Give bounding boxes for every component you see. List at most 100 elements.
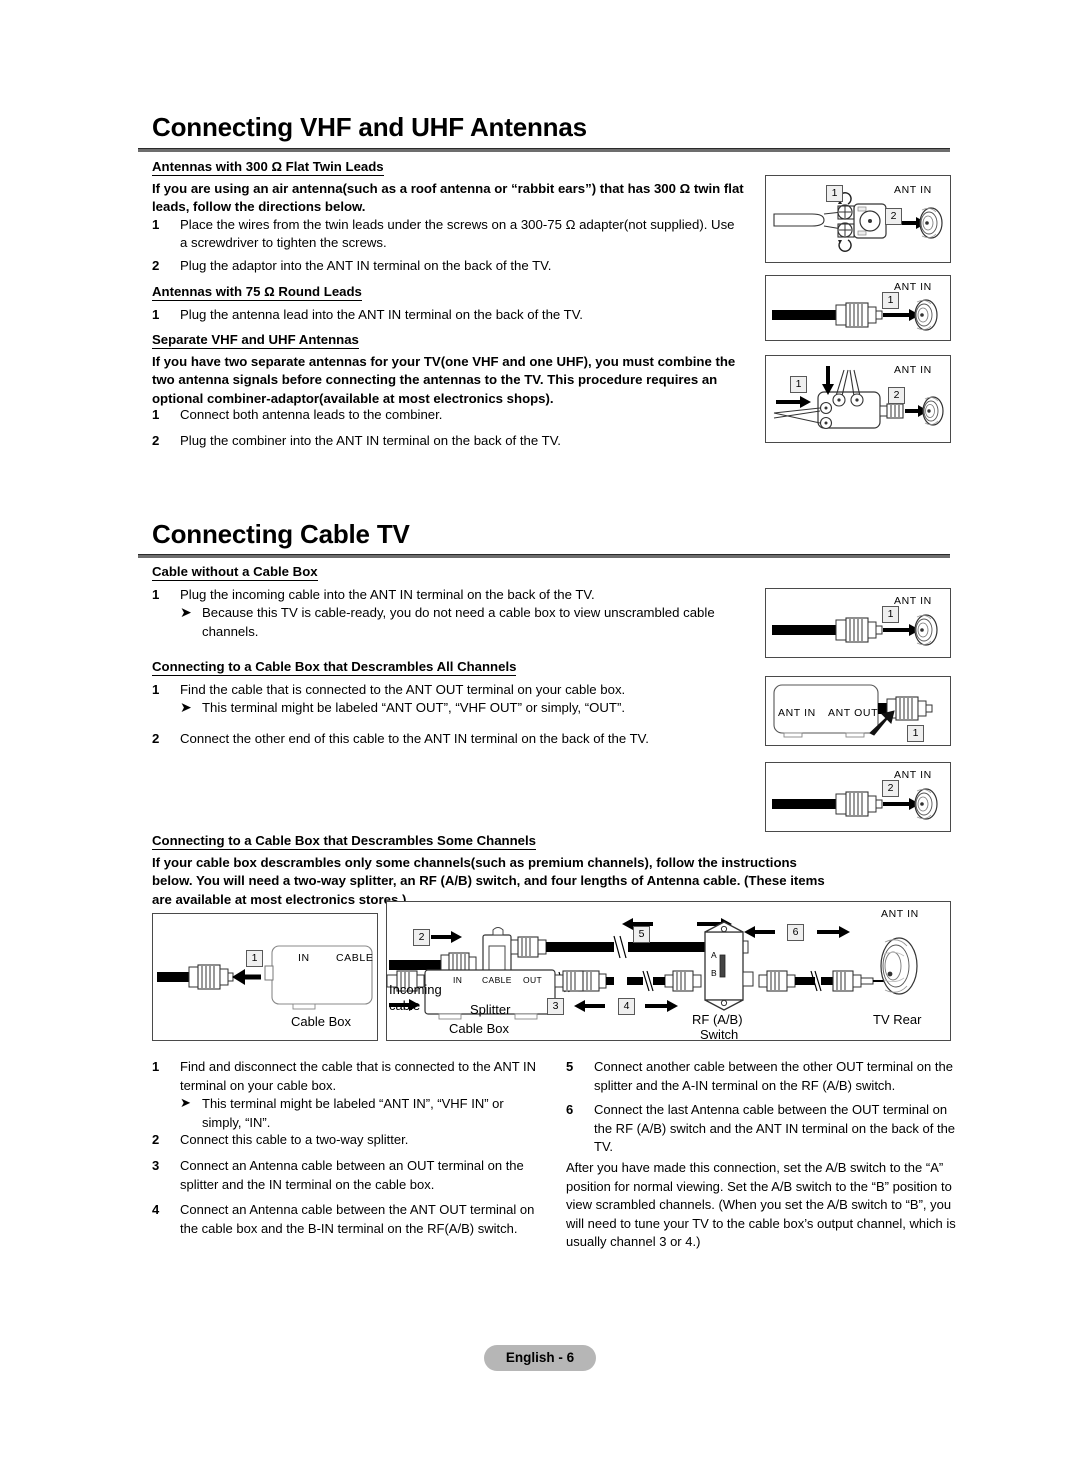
step-number: 2 bbox=[152, 731, 160, 746]
step-note: ➤ This terminal might be labeled “ANT IN… bbox=[180, 1095, 537, 1132]
step-text: Connect this cable to a two-way splitter… bbox=[180, 1132, 409, 1147]
label-cablebox-cable: CABLE bbox=[482, 975, 512, 985]
step-s1-2: 2 Plug the adaptor into the ANT IN termi… bbox=[152, 257, 742, 275]
callout-chip: 4 bbox=[618, 998, 635, 1015]
step-text: Connect an Antenna cable between the ANT… bbox=[180, 1202, 535, 1236]
callout-chip: 2 bbox=[885, 208, 902, 225]
diagram-big-left: 1 IN CABLE Cable Box bbox=[152, 913, 378, 1041]
step-text: Connect the last Antenna cable between t… bbox=[594, 1102, 956, 1155]
bottom-step-3: 3 Connect an Antenna cable between an OU… bbox=[152, 1157, 537, 1194]
label-tv-rear: TV Rear bbox=[873, 1012, 922, 1027]
callout-chip: 1 bbox=[790, 376, 807, 393]
step-number: 6 bbox=[566, 1102, 574, 1117]
label-switch-b: B bbox=[711, 968, 718, 978]
bottom-step-4: 4 Connect an Antenna cable between the A… bbox=[152, 1201, 537, 1238]
callout-chip: 5 bbox=[633, 926, 650, 943]
step-s1-1: 1 Place the wires from the twin leads un… bbox=[152, 216, 742, 253]
subheading-300ohm: Antennas with 300 Ω Flat Twin Leads bbox=[152, 159, 384, 176]
callout-chip: 2 bbox=[882, 780, 899, 797]
label-ant-in: ANT IN bbox=[894, 769, 932, 781]
step-text: Find the cable that is connected to the … bbox=[180, 682, 626, 697]
label-cable-box: Cable Box bbox=[291, 1014, 351, 1029]
step-c2-1: 1 Find the cable that is connected to th… bbox=[152, 681, 742, 718]
subheading-separate-vhf-uhf: Separate VHF and UHF Antennas bbox=[152, 332, 359, 349]
step-number: 3 bbox=[152, 1158, 160, 1173]
step-text: Find and disconnect the cable that is co… bbox=[180, 1059, 537, 1093]
step-s2-1: 1 Plug the antenna lead into the ANT IN … bbox=[152, 306, 742, 324]
paragraph-separate-intro: If you have two separate antennas for yo… bbox=[152, 354, 736, 406]
label-ant-in: ANT IN bbox=[894, 595, 932, 607]
section-rule-1 bbox=[138, 148, 950, 152]
bottom-step-1: 1 Find and disconnect the cable that is … bbox=[152, 1058, 537, 1132]
diagram-combiner: 1 2 ANT IN bbox=[765, 355, 951, 443]
step-s3-1: 1 Connect both antenna leads to the comb… bbox=[152, 406, 742, 424]
callout-chip: 3 bbox=[547, 998, 564, 1015]
label-incoming-cable: cable bbox=[389, 998, 421, 1013]
subheading-cable-without-box: Cable without a Cable Box bbox=[152, 564, 318, 581]
step-text: Connect both antenna leads to the combin… bbox=[180, 407, 443, 422]
step-text: Connect the other end of this cable to t… bbox=[180, 731, 649, 746]
step-text: Place the wires from the twin leads unde… bbox=[180, 217, 735, 251]
step-text: Plug the adaptor into the ANT IN termina… bbox=[180, 258, 552, 273]
bullet-arrow-icon: ➤ bbox=[180, 699, 192, 716]
label-cable-box: Cable Box bbox=[449, 1021, 509, 1036]
label-ant-in: ANT IN bbox=[894, 184, 932, 196]
step-number: 2 bbox=[152, 258, 160, 273]
step-number: 1 bbox=[152, 217, 160, 232]
paragraph-300ohm-intro: If you are using an air antenna(such as … bbox=[152, 181, 744, 215]
step-number: 4 bbox=[152, 1202, 160, 1217]
label-switch-a: A bbox=[711, 950, 718, 960]
subheading-descrambles-some: Connecting to a Cable Box that Descrambl… bbox=[152, 833, 536, 850]
step-s3-2: 2 Plug the combiner into the ANT IN term… bbox=[152, 432, 742, 450]
diagram-cable-to-tv: 2 ANT IN bbox=[765, 762, 951, 832]
label-ant-in: ANT IN bbox=[894, 364, 932, 376]
manual-page: Connecting VHF and UHF Antennas Antennas… bbox=[0, 0, 1080, 1469]
step-c2-2: 2 Connect the other end of this cable to… bbox=[152, 730, 742, 748]
step-note: ➤ This terminal might be labeled “ANT OU… bbox=[180, 699, 742, 717]
step-number: 2 bbox=[152, 1132, 160, 1147]
bottom-step-5: 5 Connect another cable between the othe… bbox=[566, 1058, 956, 1095]
label-switch: Switch bbox=[700, 1027, 739, 1042]
subheading-descrambles-all: Connecting to a Cable Box that Descrambl… bbox=[152, 659, 517, 676]
step-note-text: Because this TV is cable-ready, you do n… bbox=[202, 605, 715, 639]
step-note: ➤ Because this TV is cable-ready, you do… bbox=[180, 604, 742, 641]
diagram-75ohm-round: 1 ANT IN bbox=[765, 275, 951, 341]
callout-chip: 1 bbox=[826, 185, 843, 202]
label-rf-ab: RF (A/B) bbox=[692, 1012, 743, 1027]
diagram-cable-direct: 1 ANT IN bbox=[765, 588, 951, 658]
step-number: 1 bbox=[152, 587, 160, 602]
callout-chip: 2 bbox=[413, 929, 430, 946]
bullet-arrow-icon: ➤ bbox=[180, 604, 192, 621]
bottom-closing-note: After you have made this connection, set… bbox=[566, 1160, 956, 1250]
bullet-arrow-icon: ➤ bbox=[180, 1095, 191, 1111]
step-c1-1: 1 Plug the incoming cable into the ANT I… bbox=[152, 586, 742, 641]
label-cablebox-in: IN bbox=[453, 975, 463, 985]
step-number: 1 bbox=[152, 682, 160, 697]
callout-chip: 1 bbox=[882, 606, 899, 623]
bottom-step-2: 2 Connect this cable to a two-way splitt… bbox=[152, 1131, 537, 1150]
label-in: IN bbox=[298, 952, 310, 964]
diagram-300ohm-adapter: 1 2 ANT IN bbox=[765, 175, 951, 263]
section-title-vhf-uhf: Connecting VHF and UHF Antennas bbox=[152, 112, 587, 142]
callout-chip: 1 bbox=[246, 950, 263, 967]
label-splitter: Splitter bbox=[470, 1002, 511, 1017]
step-note-text: This terminal might be labeled “ANT OUT”… bbox=[202, 700, 626, 716]
step-number: 5 bbox=[566, 1059, 574, 1074]
label-incoming: Incoming bbox=[389, 982, 442, 997]
step-text: Plug the antenna lead into the ANT IN te… bbox=[180, 307, 583, 322]
diagram-cablebox-antout: ANT IN ANT OUT 1 bbox=[765, 676, 951, 746]
section-rule-2 bbox=[138, 554, 950, 558]
label-cablebox-out: OUT bbox=[523, 975, 543, 985]
bottom-step-6: 6 Connect the last Antenna cable between… bbox=[566, 1101, 956, 1157]
callout-chip: 1 bbox=[907, 725, 924, 742]
step-number: 1 bbox=[152, 1059, 160, 1074]
callout-chip: 1 bbox=[882, 292, 899, 309]
step-number: 1 bbox=[152, 307, 160, 322]
step-text: Plug the incoming cable into the ANT IN … bbox=[180, 587, 595, 602]
label-ant-out: ANT OUT bbox=[828, 707, 879, 719]
footer-page-label: English - 6 bbox=[484, 1345, 596, 1371]
label-ant-in: ANT IN bbox=[894, 281, 932, 293]
step-text: Plug the combiner into the ANT IN termin… bbox=[180, 433, 561, 448]
step-note-text: This terminal might be labeled “ANT IN”,… bbox=[202, 1096, 504, 1130]
step-text: Connect an Antenna cable between an OUT … bbox=[180, 1158, 524, 1192]
